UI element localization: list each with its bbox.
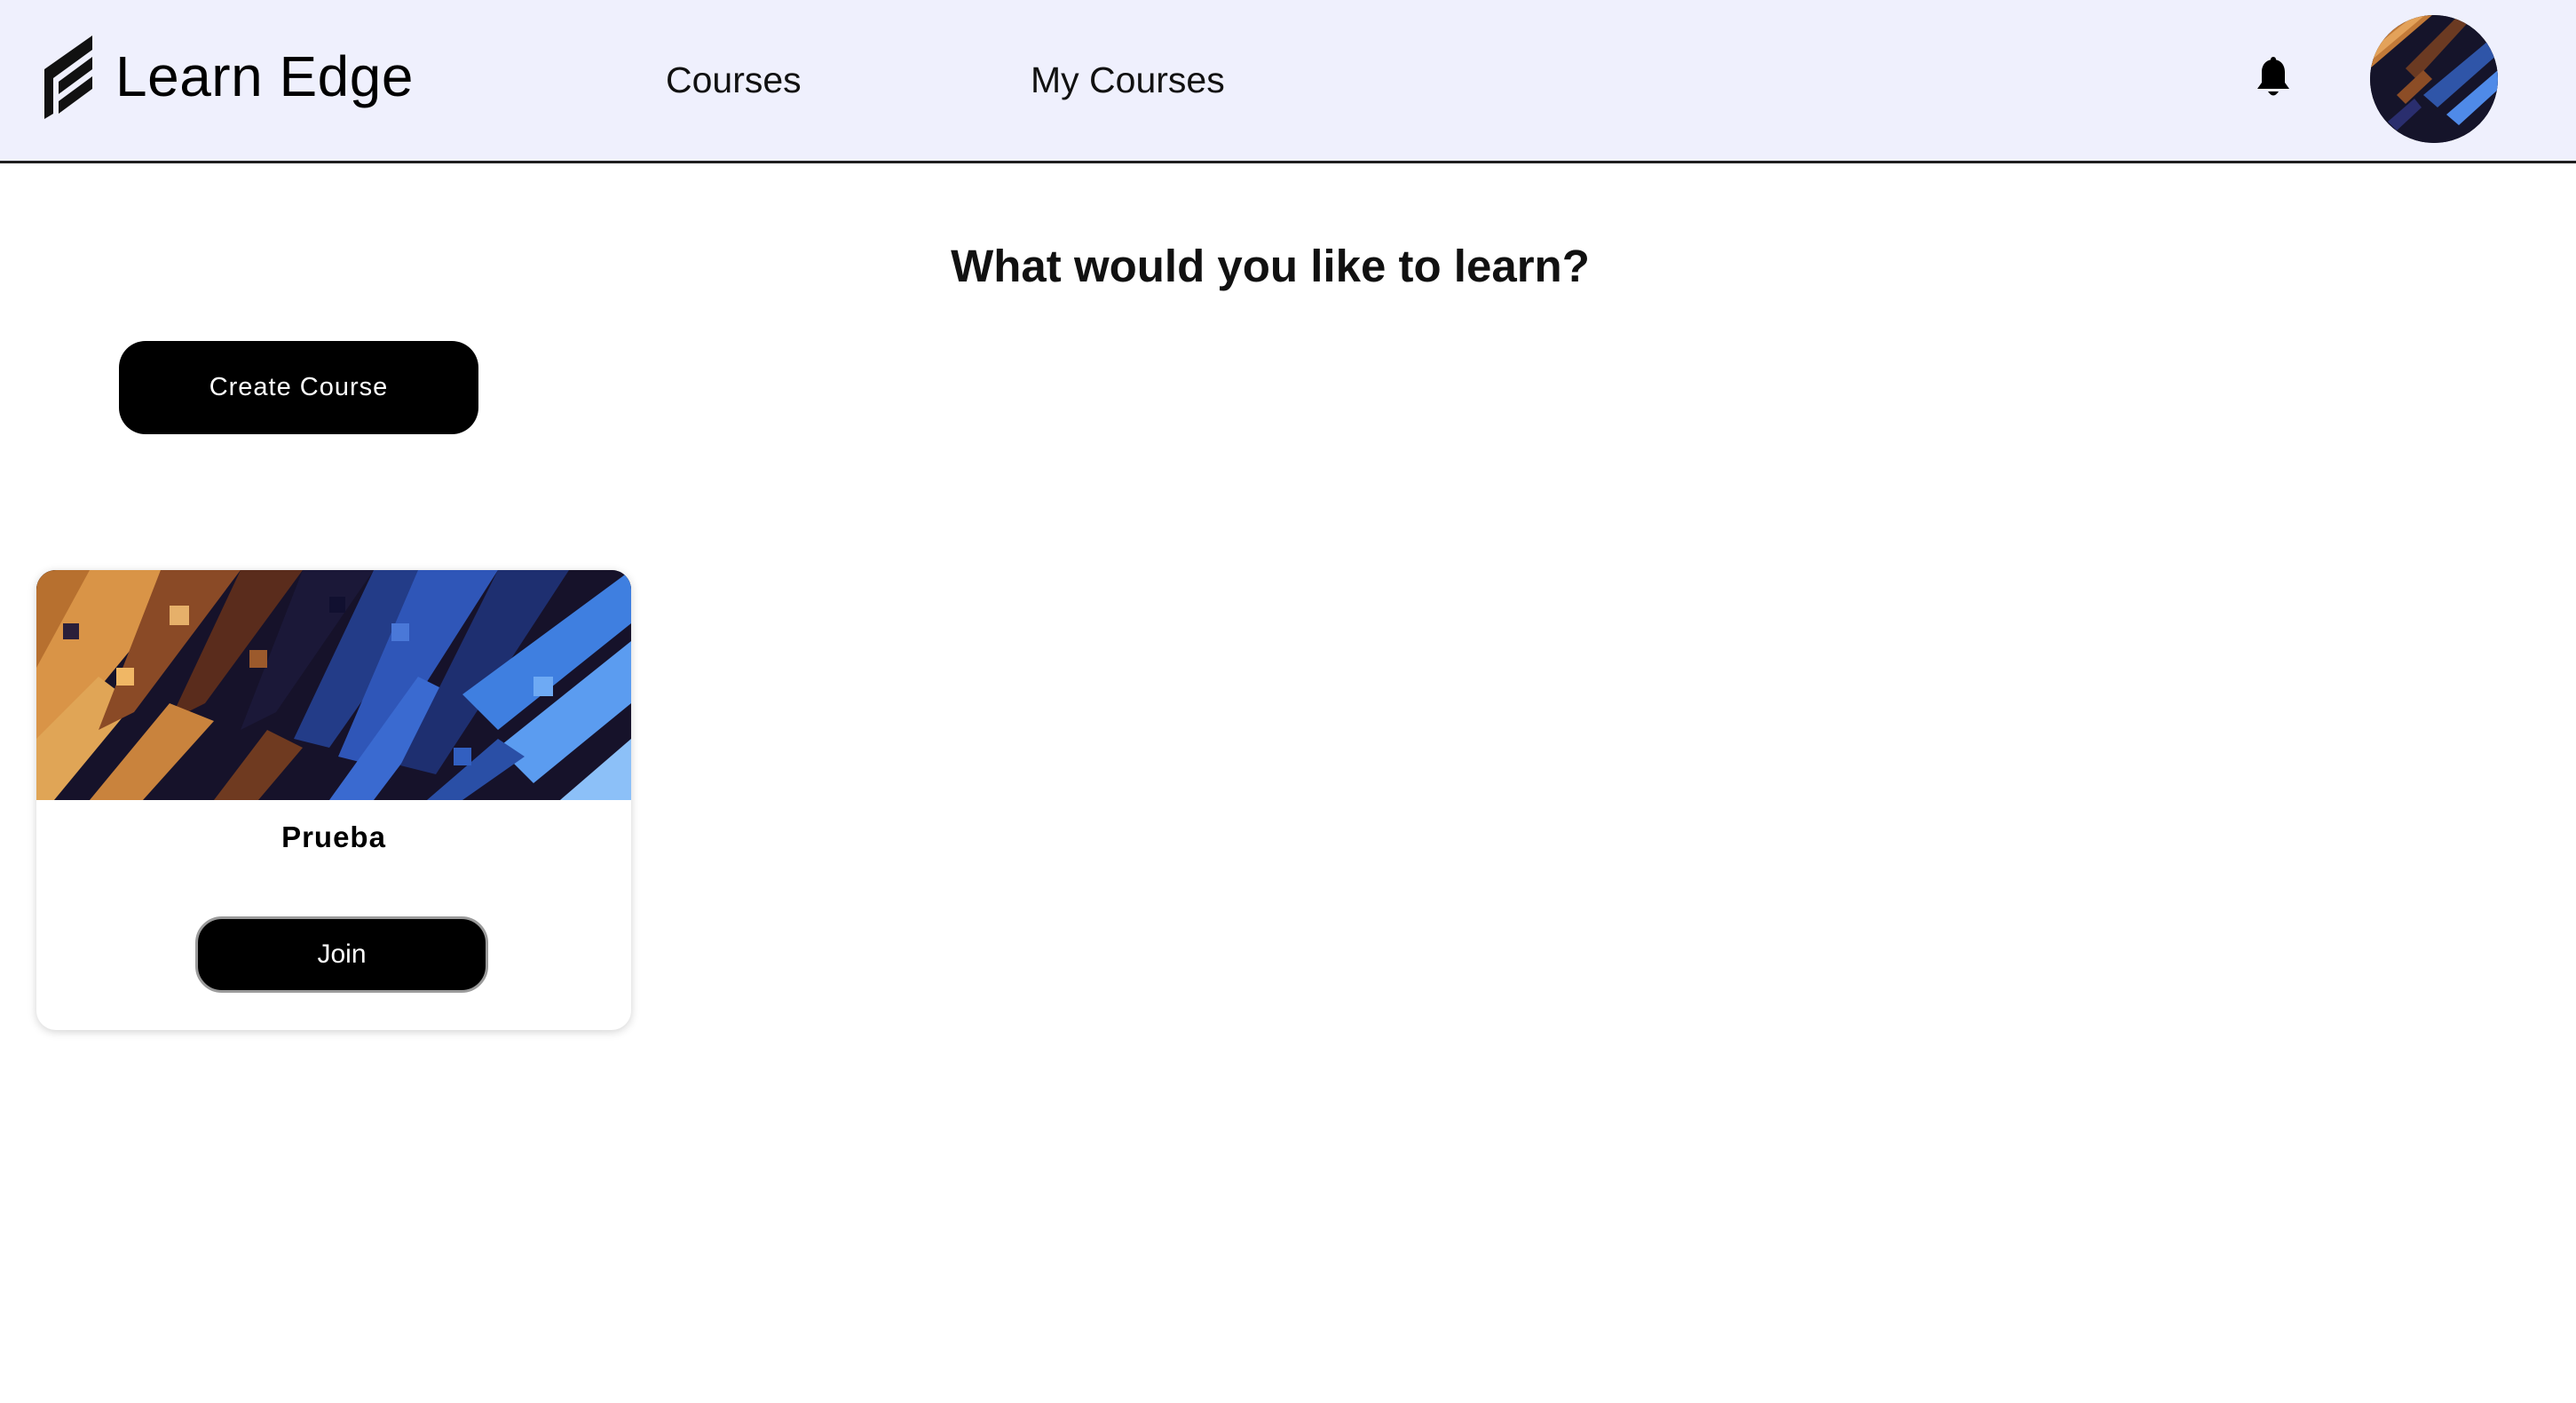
brand-name: Learn Edge [115, 44, 414, 108]
learn-edge-logo-icon [44, 36, 92, 119]
brand[interactable]: Learn Edge [39, 30, 414, 123]
page-heading: What would you like to learn? [951, 241, 1590, 291]
nav-my-courses-link[interactable]: My Courses [1031, 57, 1225, 103]
course-image [36, 570, 631, 800]
join-course-button[interactable]: Join [195, 916, 488, 993]
course-title: Prueba [281, 820, 386, 853]
nav-courses-link[interactable]: Courses [666, 57, 802, 103]
course-card[interactable]: Prueba Join [36, 570, 631, 1030]
create-course-button[interactable]: Create Course [119, 341, 478, 434]
bell-icon[interactable] [2255, 57, 2292, 99]
user-avatar[interactable] [2370, 15, 2498, 143]
top-navbar: Learn Edge Courses My Courses [0, 0, 2576, 163]
